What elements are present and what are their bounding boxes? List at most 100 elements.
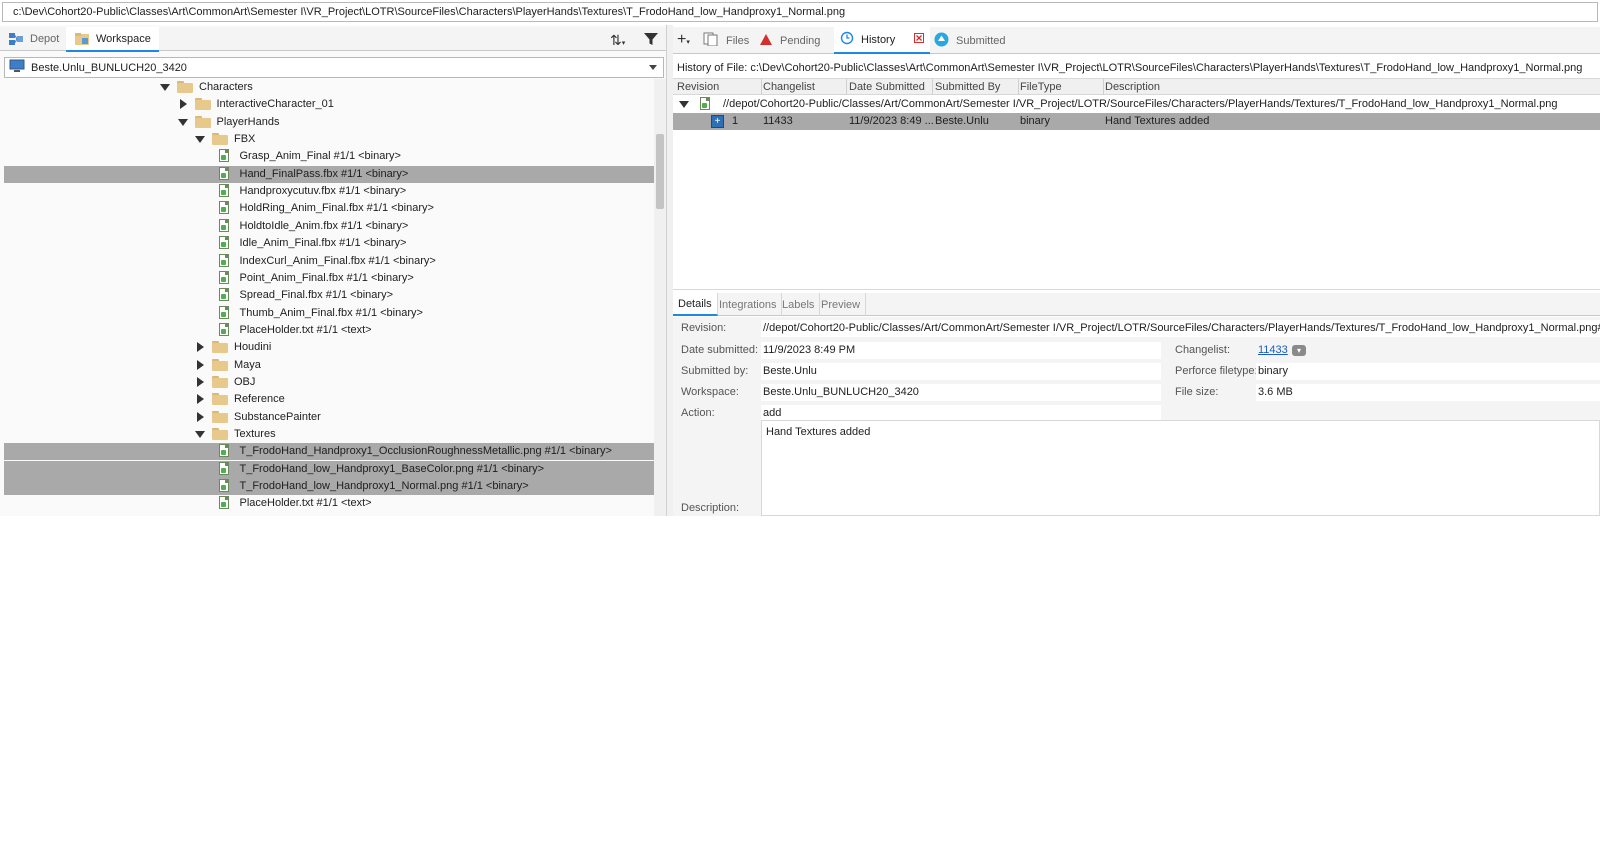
col-date[interactable]: Date Submitted [849,81,925,93]
table-row[interactable]: + 1 11433 11/9/2023 8:49 ... Beste.Unlu … [673,113,1600,130]
collapsed-arrow-icon[interactable] [197,412,204,422]
changelist-link[interactable]: 11433 [1258,344,1288,356]
collapsed-arrow-icon[interactable] [179,99,187,109]
expanded-arrow-icon[interactable] [160,84,170,91]
folder-icon [212,359,228,371]
tree-file[interactable]: T_FrodoHand_low_Handproxy1_BaseColor.png… [4,461,654,478]
filetype-value[interactable]: binary [1256,363,1600,380]
workspace-icon [74,32,90,46]
tree-file[interactable]: T_FrodoHand_low_Handproxy1_Normal.png #1… [4,478,654,495]
details-panel: Revision: //depot/Cohort20-Public/Classe… [673,317,1600,516]
tree-folder[interactable]: FBX [4,131,654,148]
tree-item-label: HoldRing_Anim_Final.fbx #1/1 <binary> [239,202,434,214]
detail-tabbar: Details Integrations Labels Preview [673,293,1600,316]
close-icon[interactable] [914,33,925,46]
file-icon [218,271,231,286]
workspace-selector[interactable]: Beste.Unlu_BUNLUCH20_3420 [4,57,664,78]
workspace-tree[interactable]: Characters InteractiveCharacter_01 PlayerH… [4,79,654,516]
tree-item-label: InteractiveCharacter_01 [216,98,334,110]
tab-details[interactable]: Details [673,293,718,316]
history-grid[interactable]: Revision Changelist Date Submitted Submi… [673,78,1600,290]
tree-folder[interactable]: Characters [4,79,654,96]
revision-value[interactable]: //depot/Cohort20-Public/Classes/Art/Comm… [761,320,1600,337]
date-value[interactable]: 11/9/2023 8:49 PM [761,342,1161,359]
tree-scrollbar[interactable] [654,79,666,516]
tree-item-label: Characters [199,81,253,93]
tree-file[interactable]: Hand_FinalPass.fbx #1/1 <binary> [4,166,654,183]
cell-revision: 1 [732,115,739,127]
tree-folder[interactable]: Maya [4,357,654,374]
cell-description: Hand Textures added [1105,115,1210,127]
submitted-by-value[interactable]: Beste.Unlu [761,363,1161,380]
col-filetype[interactable]: FileType [1020,81,1062,93]
col-submitted-by[interactable]: Submitted By [935,81,1000,93]
collapsed-arrow-icon[interactable] [197,360,204,370]
depot-icon [8,32,24,46]
tree-folder[interactable]: PlayerHands [4,114,654,131]
tab-integrations[interactable]: Integrations [714,293,783,316]
panel-splitter[interactable] [666,25,673,516]
tree-item-label: Point_Anim_Final.fbx #1/1 <binary> [239,272,414,284]
collapsed-arrow-icon[interactable] [197,394,204,404]
tree-file[interactable]: Handproxycutuv.fbx #1/1 <binary> [4,183,654,200]
left-panel: Depot Workspace ⇅▾ Beste.Unlu_BUNLUCH20_… [0,25,666,516]
tree-item-label: Handproxycutuv.fbx #1/1 <binary> [239,185,407,197]
tree-file[interactable]: PlaceHolder.txt #1/1 <text> [4,495,654,512]
tree-file[interactable]: Point_Anim_Final.fbx #1/1 <binary> [4,270,654,287]
action-label: Action: [681,407,715,419]
right-tabbar: +▾ Files Pending History Submitted [673,27,1600,54]
tree-folder[interactable]: Reference [4,391,654,408]
tree-file[interactable]: Spread_Final.fbx #1/1 <binary> [4,287,654,304]
collapse-icon[interactable] [679,101,689,108]
folder-icon [194,98,211,110]
tree-item-label: T_FrodoHand_Handproxy1_OcclusionRoughnes… [239,445,612,457]
add-tab-icon[interactable]: +▾ [677,31,690,49]
history-file-row[interactable]: //depot/Cohort20-Public/Classes/Art/Comm… [673,96,1600,113]
tree-folder[interactable]: OBJ [4,374,654,391]
expanded-arrow-icon[interactable] [195,431,205,438]
path-bar[interactable]: c:\Dev\Cohort20-Public\Classes\Art\Commo… [2,2,1598,22]
tab-labels[interactable]: Labels [777,293,821,316]
tree-item-label: SubstancePainter [234,411,321,423]
folder-icon [212,393,228,405]
tree-folder[interactable]: InteractiveCharacter_01 [4,96,654,113]
tab-files[interactable]: Files [697,27,755,54]
col-revision[interactable]: Revision [677,81,719,93]
collapsed-arrow-icon[interactable] [197,342,204,352]
scrollbar-thumb[interactable] [656,134,664,209]
tree-folder[interactable]: Textures [4,426,654,443]
tree-file[interactable]: Idle_Anim_Final.fbx #1/1 <binary> [4,235,654,252]
workspace-value[interactable]: Beste.Unlu_BUNLUCH20_3420 [761,384,1161,401]
tree-file[interactable]: HoldtoIdle_Anim.fbx #1/1 <binary> [4,218,654,235]
tree-file[interactable]: HoldRing_Anim_Final.fbx #1/1 <binary> [4,200,654,217]
col-description[interactable]: Description [1105,81,1160,93]
tab-preview[interactable]: Preview [816,293,867,316]
tab-workspace[interactable]: Workspace [66,27,159,52]
tab-submitted[interactable]: Submitted [928,27,1012,54]
tree-file[interactable]: PlaceHolder.txt #1/1 <text> [4,322,654,339]
description-box[interactable]: Hand Textures added [761,420,1600,516]
collapsed-arrow-icon[interactable] [197,377,204,387]
cell-date: 11/9/2023 8:49 ... [849,115,934,127]
tree-file[interactable]: Thumb_Anim_Final.fbx #1/1 <binary> [4,305,654,322]
tree-file[interactable]: IndexCurl_Anim_Final.fbx #1/1 <binary> [4,253,654,270]
tree-file[interactable]: T_FrodoHand_Handproxy1_OcclusionRoughnes… [4,443,654,460]
tab-pending-label: Pending [780,34,821,47]
file-icon [699,97,712,112]
file-icon [218,236,231,251]
sort-icon[interactable]: ⇅▾ [610,32,625,49]
submitted-icon [934,32,949,50]
tree-folder[interactable]: Houdini [4,339,654,356]
tab-history[interactable]: History [834,27,931,54]
expanded-arrow-icon[interactable] [177,119,188,126]
tree-folder[interactable]: SubstancePainter [4,409,654,426]
tree-file[interactable]: Grasp_Anim_Final #1/1 <binary> [4,148,654,165]
expanded-arrow-icon[interactable] [195,136,205,143]
changelist-menu-icon[interactable]: ▾ [1292,345,1306,356]
col-changelist[interactable]: Changelist [763,81,815,93]
filesize-value[interactable]: 3.6 MB [1256,384,1600,401]
tab-depot[interactable]: Depot [0,27,67,51]
revision-label: Revision: [681,322,727,334]
tab-pending[interactable]: Pending [753,27,826,54]
filter-icon[interactable] [643,31,659,47]
